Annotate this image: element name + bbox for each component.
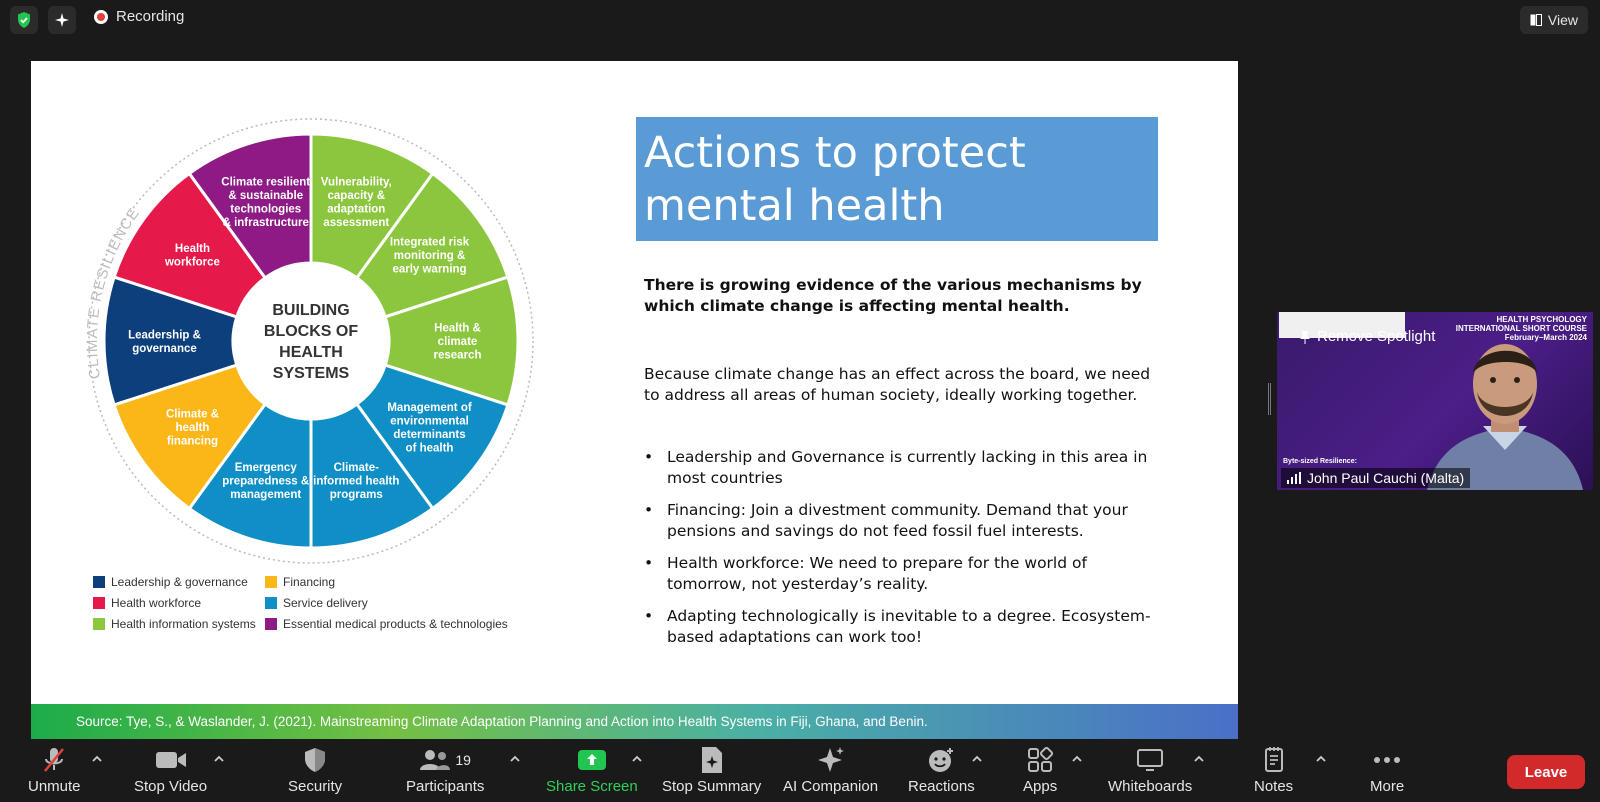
source-banner: Source: Tye, S., & Waslander, J. (2021).… [31,704,1238,739]
bullet-item: Health workforce: We need to prepare for… [644,553,1154,595]
meeting-toolbar: Unmute Stop Video Security 19 Participan… [0,742,1600,802]
chevron-up-icon[interactable] [1314,752,1328,766]
apps-icon [1028,747,1054,772]
reactions-button[interactable]: Reactions [908,746,975,795]
participant-name: John Paul Cauchi (Malta) [1307,470,1465,486]
wheel-segment-label: Climate resilient & sustainable technologi… [221,176,310,229]
security-button[interactable]: Security [288,746,342,795]
ai-companion-button[interactable]: AI Companion [783,746,878,795]
muted-microphone-icon [44,748,65,772]
top-bar: Recording View [0,0,1600,40]
recording-label: Recording [116,8,185,25]
wheel-segment-label: Integrated risk monitoring & early warning [390,236,470,275]
leave-button[interactable]: Leave [1507,755,1585,789]
participant-video-tile[interactable]: HEALTH PSYCHOLOGY INTERNATIONAL SHORT CO… [1277,312,1593,490]
slide-title: Actions to protect mental health [644,128,1026,231]
ai-sparkle-icon[interactable] [48,6,76,34]
shield-icon [305,748,326,772]
recording-indicator[interactable]: Recording [94,8,184,25]
view-label: View [1547,12,1578,28]
chevron-up-icon[interactable] [90,752,104,766]
chevron-up-icon[interactable] [508,752,522,766]
notes-button[interactable]: Notes [1254,746,1293,795]
more-dots-icon [1374,757,1401,763]
legend-swatch [93,597,105,609]
wheel-segment-label: Emergency preparedness & management [222,462,309,501]
wheel-segment-label: Leadership & governance [128,329,201,355]
view-layout-icon [1530,14,1542,26]
byte-sized-caption: Byte-sized Resilience: [1283,458,1357,465]
panel-resize-handle[interactable] [1268,383,1271,415]
slide-title-box: Actions to protect mental health [636,117,1158,241]
chevron-up-icon[interactable] [212,752,226,766]
chevron-up-icon[interactable] [1192,752,1206,766]
participant-count: 19 [455,752,471,768]
participant-video-feed [1427,344,1583,490]
whiteboard-icon [1137,749,1164,771]
wheel-segment-label: Health & climate research [434,323,482,362]
legend-swatch [265,576,277,588]
wheel-center [235,265,387,417]
participants-button[interactable]: 19 Participants [406,746,484,795]
chevron-up-icon[interactable] [970,752,984,766]
apps-button[interactable]: Apps [1023,746,1057,795]
view-button[interactable]: View [1519,6,1588,34]
legend-item: Leadership & governance [93,575,248,589]
slide-bullet-list: Leadership and Governance is currently l… [644,447,1154,659]
legend-swatch [93,618,105,630]
legend-item: Health information systems [93,617,256,631]
source-citation: Source: Tye, S., & Waslander, J. (2021).… [76,714,928,729]
health-systems-wheel: Leadership & governanceHealth workforceCli… [84,118,534,564]
summary-icon [701,747,722,773]
signal-strength-icon [1287,472,1301,484]
security-shield-icon[interactable] [10,6,38,34]
notes-icon [1264,747,1283,772]
bullet-item: Adapting technologically is inevitable t… [644,606,1154,648]
legend-item: Service delivery [265,596,368,610]
legend-item: Health workforce [93,596,201,610]
legend-swatch [93,576,105,588]
legend-item: Essential medical products & technologie… [265,617,508,631]
remove-spotlight-button[interactable]: Remove Spotlight [1299,328,1435,345]
record-icon [94,9,108,24]
legend-swatch [265,597,277,609]
more-button[interactable]: More [1370,746,1404,795]
stop-summary-button[interactable]: Stop Summary [662,746,761,795]
emoji-reaction-icon [929,748,954,772]
wheel-segment-label: Vulnerability, capacity & adaptation assess… [321,176,392,229]
participant-nametag: John Paul Cauchi (Malta) [1281,468,1471,488]
bullet-item: Financing: Join a divestment community. … [644,500,1154,542]
unmute-button[interactable]: Unmute [28,746,81,795]
video-camera-icon [155,752,186,768]
share-screen-button[interactable]: Share Screen [546,746,638,795]
legend-swatch [265,618,277,630]
slide-paragraph: Because climate change has an effect acr… [644,365,1151,404]
participants-icon [420,750,451,770]
legend-item: Financing [265,575,335,589]
stop-video-button[interactable]: Stop Video [134,746,207,795]
pin-icon [1300,330,1310,344]
chevron-up-icon[interactable] [1070,752,1084,766]
shared-slide: Leadership & governance Health workforce Cli… [31,61,1238,739]
bullet-item: Leadership and Governance is currently l… [644,447,1154,489]
ai-sparkle-icon [817,747,844,772]
chevron-up-icon[interactable] [630,752,644,766]
whiteboards-button[interactable]: Whiteboards [1108,746,1192,795]
slide-lead-text: There is growing evidence of the various… [644,276,1142,315]
share-screen-icon [577,750,606,770]
